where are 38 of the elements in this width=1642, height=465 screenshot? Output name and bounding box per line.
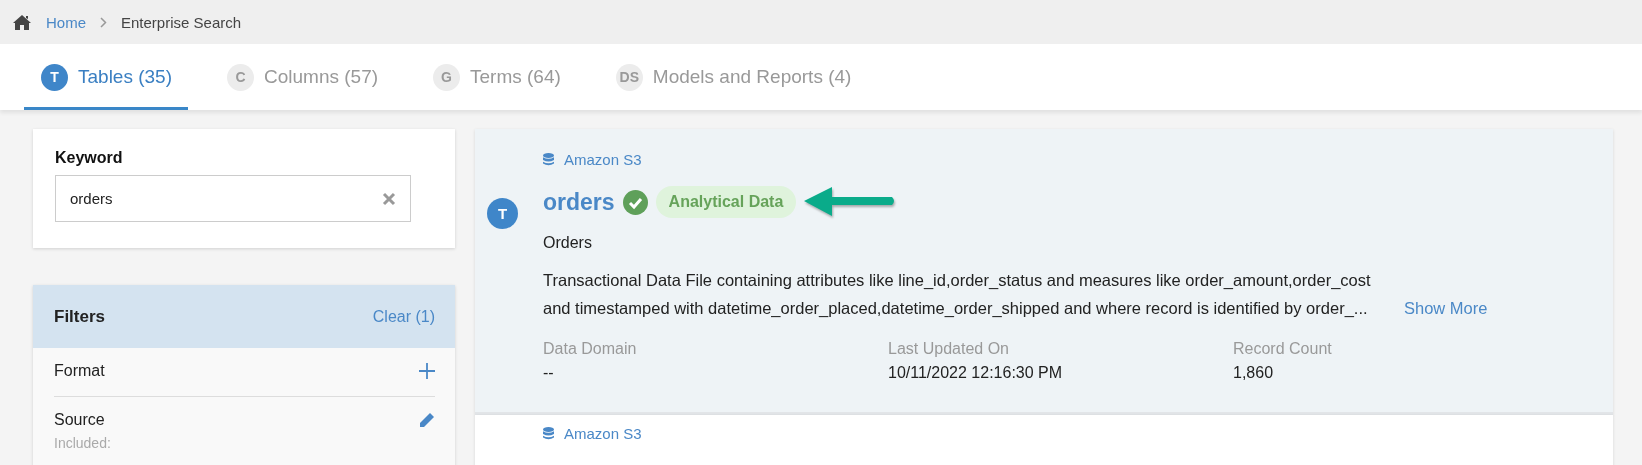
plus-icon[interactable]: [419, 363, 435, 379]
home-icon[interactable]: [12, 13, 32, 31]
pencil-icon[interactable]: [419, 412, 435, 428]
tab[interactable]: G Terms (64): [416, 47, 577, 110]
source-link[interactable]: Amazon S3: [564, 425, 642, 442]
tab-badge: G: [433, 63, 461, 91]
tab-badge: C: [227, 63, 254, 91]
show-more-link[interactable]: Show More: [1404, 294, 1488, 322]
description-text: Transactional Data File containing attributes like line_id,order_status and measures like order_amount,order_cost and timestamped with datetime_order_placed,datetime_order_shipped and where record is identified by order_...: [543, 270, 1372, 319]
meta-value: --: [543, 364, 555, 382]
type-badge: T: [487, 198, 518, 229]
tab[interactable]: C Columns (57): [210, 47, 395, 110]
filter-note: Included:: [54, 435, 112, 451]
database-icon: [543, 427, 554, 440]
keyword-field[interactable]: orders: [55, 175, 411, 222]
breadcrumb-current: Enterprise Search: [121, 13, 242, 31]
chevron-icon: [100, 16, 107, 28]
meta-label: Data Domain: [543, 340, 638, 358]
panel-title: Filters: [54, 306, 106, 327]
meta-label: Last Updated On: [888, 340, 1010, 358]
tag-label: Analytical Data: [655, 186, 797, 218]
result-subtitle: Orders: [543, 234, 593, 252]
meta-label: Record Count: [1233, 340, 1333, 358]
breadcrumb-link[interactable]: Home: [46, 13, 86, 31]
meta-value: 10/11/2022 12:16:30 PM: [888, 364, 1064, 382]
tab[interactable]: DS Models and Reports (4): [598, 47, 868, 110]
clear-icon[interactable]: [382, 191, 396, 206]
tab-badge: DS: [615, 63, 643, 91]
tab[interactable]: T Tables (35): [24, 47, 188, 110]
result-title[interactable]: orders: [543, 188, 615, 216]
clear-link[interactable]: Clear (1): [372, 307, 435, 326]
filter-title[interactable]: Format: [54, 362, 105, 380]
database-icon: [543, 153, 554, 166]
tab-badge: T: [41, 63, 68, 91]
filter-title[interactable]: Source: [54, 411, 105, 429]
field-label: Keyword: [55, 149, 124, 167]
source-link[interactable]: Amazon S3: [564, 151, 642, 168]
meta-value: 1,860: [1233, 364, 1275, 382]
